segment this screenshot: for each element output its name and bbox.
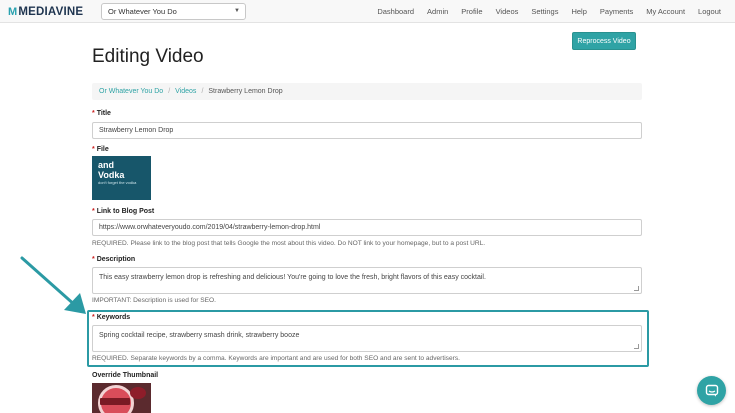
file-label: * File bbox=[92, 146, 109, 153]
description-label-text: Description bbox=[96, 256, 136, 263]
reprocess-video-button[interactable]: Reprocess Video bbox=[572, 32, 636, 50]
required-mark: * bbox=[92, 146, 95, 153]
link-label: * Link to Blog Post bbox=[92, 208, 154, 215]
file-label-text: File bbox=[96, 146, 109, 153]
thumb-badge-shape bbox=[100, 398, 130, 405]
keywords-value: Spring cocktail recipe, strawberry smash… bbox=[99, 332, 300, 339]
breadcrumb-separator: / bbox=[201, 88, 204, 95]
keywords-label: * Keywords bbox=[92, 314, 130, 321]
nav-videos[interactable]: Videos bbox=[496, 7, 519, 16]
required-mark: * bbox=[92, 314, 95, 321]
file-thumbnail[interactable]: and Vodka don't forget the vodka bbox=[92, 156, 151, 200]
chat-bubble-icon bbox=[705, 384, 718, 397]
breadcrumb-site-link[interactable]: Or Whatever You Do bbox=[99, 88, 163, 95]
logo-mark: M bbox=[8, 5, 18, 18]
required-mark: * bbox=[92, 110, 95, 117]
caret-down-icon: ▼ bbox=[234, 8, 240, 14]
site-select[interactable]: Or Whatever You Do ▼ bbox=[101, 3, 246, 20]
title-input-value: Strawberry Lemon Drop bbox=[99, 127, 174, 134]
keywords-textarea[interactable]: Spring cocktail recipe, strawberry smash… bbox=[92, 325, 642, 352]
nav-help[interactable]: Help bbox=[571, 7, 586, 16]
breadcrumb-videos-link[interactable]: Videos bbox=[175, 88, 196, 95]
description-textarea[interactable]: This easy strawberry lemon drop is refre… bbox=[92, 267, 642, 294]
keywords-help-text: REQUIRED. Separate keywords by a comma. … bbox=[92, 355, 460, 362]
link-label-text: Link to Blog Post bbox=[96, 208, 155, 215]
blog-post-link-input[interactable]: https://www.orwhateveryoudo.com/2019/04/… bbox=[92, 219, 642, 236]
keywords-label-text: Keywords bbox=[96, 314, 131, 321]
description-label: * Description bbox=[92, 256, 135, 263]
chat-button[interactable] bbox=[697, 376, 726, 405]
thumb-berry-shape bbox=[130, 387, 146, 399]
nav-dashboard[interactable]: Dashboard bbox=[377, 7, 414, 16]
resize-grip-icon[interactable] bbox=[634, 286, 639, 291]
override-thumbnail-image[interactable] bbox=[92, 383, 151, 413]
title-label-text: Title bbox=[96, 110, 111, 117]
link-help-text: REQUIRED. Please link to the blog post t… bbox=[92, 240, 486, 247]
nav-payments[interactable]: Payments bbox=[600, 7, 633, 16]
file-thumb-line2: Vodka bbox=[98, 170, 125, 180]
file-thumb-line1: and bbox=[98, 160, 115, 170]
description-value: This easy strawberry lemon drop is refre… bbox=[99, 274, 486, 281]
description-help-text: IMPORTANT: Description is used for SEO. bbox=[92, 297, 216, 304]
override-thumbnail-label: Override Thumbnail bbox=[92, 372, 159, 379]
nav-profile[interactable]: Profile bbox=[461, 7, 482, 16]
title-label: * Title bbox=[92, 110, 111, 117]
breadcrumb-current: Strawberry Lemon Drop bbox=[208, 88, 283, 95]
nav-settings[interactable]: Settings bbox=[531, 7, 558, 16]
breadcrumb: Or Whatever You Do / Videos / Strawberry… bbox=[92, 83, 642, 100]
nav-admin[interactable]: Admin bbox=[427, 7, 448, 16]
required-mark: * bbox=[92, 256, 95, 263]
required-mark: * bbox=[92, 208, 95, 215]
nav-logout[interactable]: Logout bbox=[698, 7, 721, 16]
mediavine-logo[interactable]: M MEDIAVINE bbox=[8, 4, 83, 19]
breadcrumb-separator: / bbox=[168, 88, 171, 95]
page-title: Editing Video bbox=[92, 46, 204, 67]
resize-grip-icon[interactable] bbox=[634, 344, 639, 349]
nav-my-account[interactable]: My Account bbox=[646, 7, 685, 16]
nav-links: Dashboard Admin Profile Videos Settings … bbox=[377, 0, 721, 23]
site-select-value: Or Whatever You Do bbox=[108, 7, 177, 16]
logo-text: MEDIAVINE bbox=[18, 5, 84, 18]
top-navbar: M MEDIAVINE Or Whatever You Do ▼ Dashboa… bbox=[0, 0, 735, 23]
file-thumb-line3: don't forget the vodka bbox=[98, 180, 137, 185]
blog-post-link-value: https://www.orwhateveryoudo.com/2019/04/… bbox=[99, 224, 321, 231]
title-input[interactable]: Strawberry Lemon Drop bbox=[92, 122, 642, 139]
